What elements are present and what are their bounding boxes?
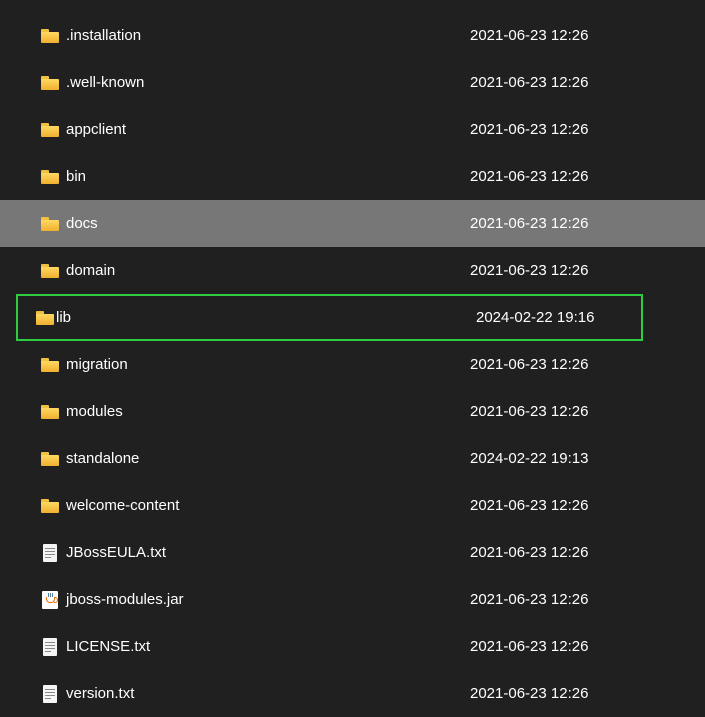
folder-icon bbox=[41, 264, 59, 278]
folder-icon bbox=[41, 358, 59, 372]
file-name: standalone bbox=[64, 450, 470, 467]
file-modified-date: 2024-02-22 19:13 bbox=[470, 450, 670, 467]
file-modified-date: 2021-06-23 12:26 bbox=[470, 262, 670, 279]
folder-icon bbox=[41, 76, 59, 90]
file-modified-date: 2021-06-23 12:26 bbox=[470, 215, 670, 232]
file-icon-cell bbox=[36, 452, 64, 466]
file-icon-cell bbox=[36, 499, 64, 513]
folder-icon bbox=[41, 452, 59, 466]
file-icon-cell bbox=[36, 544, 64, 562]
file-name: JBossEULA.txt bbox=[64, 544, 470, 561]
file-icon-cell bbox=[36, 264, 64, 278]
file-modified-date: 2021-06-23 12:26 bbox=[470, 168, 670, 185]
file-icon-cell bbox=[36, 76, 64, 90]
file-row[interactable]: bin2021-06-23 12:26 bbox=[0, 153, 705, 200]
file-name: docs bbox=[64, 215, 470, 232]
file-row[interactable]: .installation2021-06-23 12:26 bbox=[0, 12, 705, 59]
file-modified-date: 2021-06-23 12:26 bbox=[470, 638, 670, 655]
file-name: .installation bbox=[64, 27, 470, 44]
file-row[interactable]: docs2021-06-23 12:26 bbox=[0, 200, 705, 247]
file-name: domain bbox=[64, 262, 470, 279]
file-icon-cell bbox=[36, 358, 64, 372]
text-file-icon bbox=[43, 685, 57, 703]
file-icon-cell bbox=[36, 217, 64, 231]
file-name: lib bbox=[54, 309, 476, 326]
file-name: migration bbox=[64, 356, 470, 373]
file-row[interactable]: .well-known2021-06-23 12:26 bbox=[0, 59, 705, 106]
file-name: bin bbox=[64, 168, 470, 185]
file-name: modules bbox=[64, 403, 470, 420]
file-list: .installation2021-06-23 12:26.well-known… bbox=[0, 0, 705, 717]
file-modified-date: 2021-06-23 12:26 bbox=[470, 497, 670, 514]
file-icon-cell bbox=[36, 311, 54, 325]
file-icon-cell bbox=[36, 591, 64, 609]
file-modified-date: 2021-06-23 12:26 bbox=[470, 591, 670, 608]
file-name: .well-known bbox=[64, 74, 470, 91]
file-modified-date: 2021-06-23 12:26 bbox=[470, 27, 670, 44]
file-icon-cell bbox=[36, 123, 64, 137]
folder-icon bbox=[41, 499, 59, 513]
text-file-icon bbox=[43, 638, 57, 656]
file-row[interactable]: lib2024-02-22 19:16 bbox=[16, 294, 643, 341]
file-row[interactable]: version.txt2021-06-23 12:26 bbox=[0, 670, 705, 717]
file-name: version.txt bbox=[64, 685, 470, 702]
file-modified-date: 2021-06-23 12:26 bbox=[470, 74, 670, 91]
folder-icon bbox=[41, 405, 59, 419]
file-modified-date: 2021-06-23 12:26 bbox=[470, 544, 670, 561]
jar-file-icon bbox=[42, 591, 58, 609]
folder-icon bbox=[41, 123, 59, 137]
file-name: appclient bbox=[64, 121, 470, 138]
file-modified-date: 2024-02-22 19:16 bbox=[476, 309, 676, 326]
file-row[interactable]: domain2021-06-23 12:26 bbox=[0, 247, 705, 294]
file-row[interactable]: jboss-modules.jar2021-06-23 12:26 bbox=[0, 576, 705, 623]
folder-icon bbox=[41, 170, 59, 184]
file-icon-cell bbox=[36, 638, 64, 656]
file-name: LICENSE.txt bbox=[64, 638, 470, 655]
file-modified-date: 2021-06-23 12:26 bbox=[470, 403, 670, 420]
file-modified-date: 2021-06-23 12:26 bbox=[470, 121, 670, 138]
file-row[interactable]: standalone2024-02-22 19:13 bbox=[0, 435, 705, 482]
file-icon-cell bbox=[36, 685, 64, 703]
text-file-icon bbox=[43, 544, 57, 562]
file-icon-cell bbox=[36, 29, 64, 43]
file-row[interactable]: migration2021-06-23 12:26 bbox=[0, 341, 705, 388]
file-row[interactable]: LICENSE.txt2021-06-23 12:26 bbox=[0, 623, 705, 670]
folder-icon bbox=[41, 29, 59, 43]
file-row[interactable]: modules2021-06-23 12:26 bbox=[0, 388, 705, 435]
folder-icon bbox=[41, 217, 59, 231]
folder-icon bbox=[36, 311, 54, 325]
file-modified-date: 2021-06-23 12:26 bbox=[470, 685, 670, 702]
file-row[interactable]: welcome-content2021-06-23 12:26 bbox=[0, 482, 705, 529]
file-row[interactable]: JBossEULA.txt2021-06-23 12:26 bbox=[0, 529, 705, 576]
file-modified-date: 2021-06-23 12:26 bbox=[470, 356, 670, 373]
file-row[interactable]: appclient2021-06-23 12:26 bbox=[0, 106, 705, 153]
file-name: jboss-modules.jar bbox=[64, 591, 470, 608]
file-name: welcome-content bbox=[64, 497, 470, 514]
file-icon-cell bbox=[36, 405, 64, 419]
file-icon-cell bbox=[36, 170, 64, 184]
